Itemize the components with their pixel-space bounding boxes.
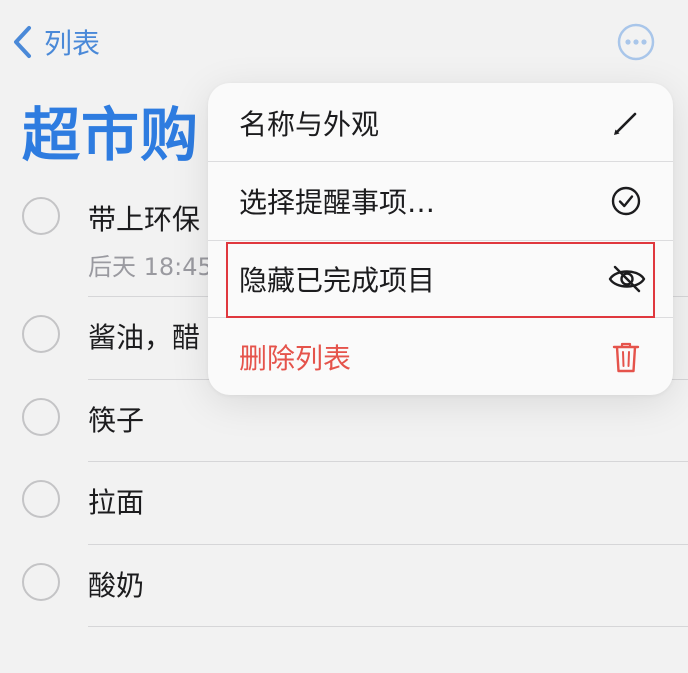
checkmark-circle-icon [609,184,643,218]
row-divider [88,626,688,627]
reminder-title[interactable]: 拉面 [88,481,144,521]
row-divider [88,461,688,462]
pencil-icon [609,106,643,140]
reminder-title[interactable]: 酱油，醋 [88,316,200,356]
complete-checkbox[interactable] [22,398,60,436]
chevron-left-icon [8,22,38,62]
reminder-title[interactable]: 筷子 [88,399,144,439]
menu-item-label: 删除列表 [239,342,352,375]
menu-item-select-reminders[interactable]: 选择提醒事项… [208,162,673,240]
row-divider [88,544,688,545]
more-button[interactable] [617,23,655,61]
selection-highlight [226,242,655,318]
back-label: 列表 [44,27,101,60]
complete-checkbox[interactable] [22,480,60,518]
page-title: 超市购 [22,101,200,169]
screen: 列表 超市购 带上环保 后天 18:45 酱油，醋 筷子 拉面 酸奶 名称与外观… [0,0,688,673]
trash-icon [609,340,643,374]
ellipsis-circle-icon [617,23,655,61]
menu-item-delete-list[interactable]: 删除列表 [208,318,673,395]
back-button[interactable]: 列表 [8,22,100,62]
complete-checkbox[interactable] [22,197,60,235]
list-options-menu: 名称与外观 选择提醒事项… 隐藏已完成项目 删除列表 [208,83,673,395]
reminder-title[interactable]: 酸奶 [88,564,144,604]
reminder-title[interactable]: 带上环保 [88,198,200,238]
menu-item-label: 名称与外观 [239,108,380,141]
menu-item-name-appearance[interactable]: 名称与外观 [208,84,673,162]
complete-checkbox[interactable] [22,315,60,353]
menu-item-label: 选择提醒事项… [239,186,436,219]
reminder-due-date: 后天 18:45 [88,253,213,281]
complete-checkbox[interactable] [22,563,60,601]
